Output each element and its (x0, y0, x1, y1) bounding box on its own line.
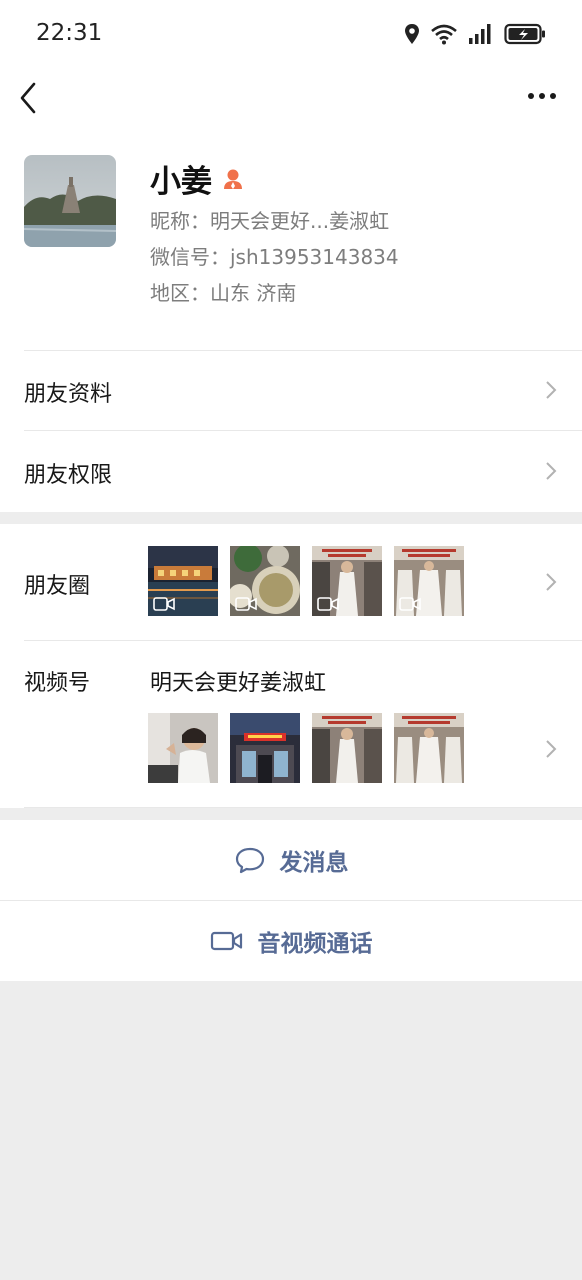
friend-settings-group: 朋友资料 朋友权限 (0, 350, 582, 512)
profile-nickname: 昵称：明天会更好...姜淑虹 (150, 209, 390, 233)
profile-wechat-id: 微信号：jsh13953143834 (150, 245, 399, 269)
row-channels-label: 视频号 (24, 671, 91, 696)
av-call-label: 音视频通话 (257, 931, 373, 957)
row-friend-info-label: 朋友资料 (24, 382, 113, 407)
row-friend-permissions[interactable]: 朋友权限 (0, 431, 582, 511)
moments-thumbnail[interactable] (312, 546, 382, 616)
video-icon (153, 597, 175, 611)
avatar[interactable] (24, 155, 116, 247)
send-message-button[interactable]: 发消息 (0, 820, 582, 900)
channels-account-name: 明天会更好姜淑虹 (150, 671, 327, 696)
video-icon (235, 597, 257, 611)
battery-icon (504, 23, 545, 45)
signal-icon (469, 24, 491, 44)
chevron-right-icon (546, 381, 557, 399)
more-options-icon[interactable] (522, 86, 562, 106)
row-friend-permissions-label: 朋友权限 (24, 463, 113, 488)
channels-thumbnail[interactable] (230, 713, 300, 783)
chevron-right-icon (546, 740, 557, 758)
status-bar: 22:31 (0, 0, 582, 68)
moments-thumbnail[interactable] (148, 546, 218, 616)
channels-thumbnail[interactable] (312, 713, 382, 783)
av-call-button[interactable]: 音视频通话 (0, 901, 582, 981)
chevron-right-icon (546, 573, 557, 591)
channels-thumbnail[interactable] (394, 713, 464, 783)
moments-thumbnail[interactable] (230, 546, 300, 616)
video-call-icon (210, 931, 242, 951)
moments-channels-group: 朋友圈 视频号 明天会更好姜淑虹 (0, 524, 582, 808)
profile-name: 小姜 (150, 164, 212, 200)
back-arrow-icon[interactable] (14, 80, 46, 116)
video-icon (399, 597, 421, 611)
row-moments-label: 朋友圈 (24, 574, 91, 599)
moments-thumbnail[interactable] (394, 546, 464, 616)
chat-bubble-icon (235, 847, 264, 874)
status-time: 22:31 (36, 20, 103, 46)
nav-bar (0, 68, 582, 128)
profile-region: 地区：山东 济南 (150, 281, 297, 305)
row-moments[interactable]: 朋友圈 (0, 524, 582, 640)
profile-header: 小姜 昵称：明天会更好...姜淑虹 微信号：jsh13953143834 地区：… (0, 128, 582, 350)
location-icon (405, 24, 419, 44)
wifi-icon (431, 24, 457, 45)
row-channels[interactable]: 视频号 明天会更好姜淑虹 (0, 641, 582, 807)
female-gender-icon (224, 169, 242, 189)
row-friend-info[interactable]: 朋友资料 (0, 350, 582, 430)
video-icon (317, 597, 339, 611)
send-message-label: 发消息 (279, 850, 349, 876)
channels-thumbnail[interactable] (148, 713, 218, 783)
chevron-right-icon (546, 462, 557, 480)
